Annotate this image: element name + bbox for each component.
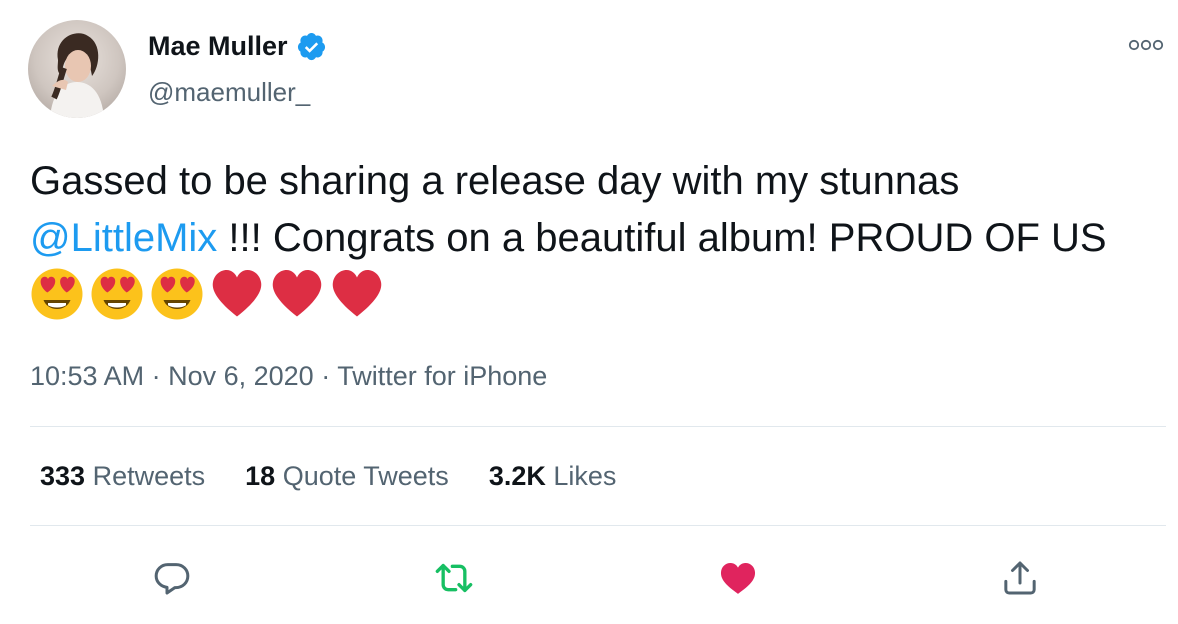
share-icon (1004, 561, 1036, 595)
quote-tweets-count: 18 (245, 461, 276, 491)
likes-label: Likes (553, 461, 617, 491)
like-button[interactable] (716, 556, 760, 600)
red-heart-emoji (330, 267, 384, 321)
author-handle[interactable]: @maemuller_ (148, 77, 310, 108)
retweet-button[interactable] (432, 556, 476, 600)
divider (30, 525, 1166, 526)
retweets-count: 333 (40, 461, 86, 491)
retweets-stat[interactable]: 333 Retweets (40, 461, 205, 492)
tweet-text-part2: !!! Congrats on a beautiful album! PROUD… (217, 216, 1107, 260)
quote-tweets-stat[interactable]: 18 Quote Tweets (245, 461, 449, 492)
like-icon (720, 563, 756, 594)
retweet-icon (435, 563, 473, 593)
divider (30, 426, 1166, 427)
avatar[interactable] (28, 20, 126, 118)
heart-eyes-emoji (30, 267, 84, 321)
author-name-row[interactable]: Mae Muller (148, 31, 327, 62)
mention-link[interactable]: @LittleMix (30, 216, 217, 260)
meta-separator: · (144, 361, 169, 391)
heart-eyes-emoji (150, 267, 204, 321)
tweet-source[interactable]: Twitter for iPhone (337, 361, 547, 391)
heart-eyes-emoji (90, 267, 144, 321)
tweet-text-part1: Gassed to be sharing a release day with … (30, 159, 960, 203)
tweet-time[interactable]: 10:53 AM (30, 361, 144, 391)
tweet-date[interactable]: Nov 6, 2020 (168, 361, 314, 391)
verified-badge-icon (297, 32, 325, 61)
reply-icon (154, 563, 190, 595)
author-name[interactable]: Mae Muller (148, 31, 288, 62)
share-button[interactable] (998, 556, 1042, 600)
likes-stat[interactable]: 3.2K Likes (489, 461, 617, 492)
red-heart-emoji (210, 267, 264, 321)
quote-tweets-label: Quote Tweets (282, 461, 449, 491)
tweet-meta: 10:53 AM · Nov 6, 2020 · Twitter for iPh… (30, 361, 547, 392)
retweets-label: Retweets (92, 461, 206, 491)
reply-button[interactable] (150, 556, 194, 600)
tweet-stats: 333 Retweets 18 Quote Tweets 3.2K Likes (40, 461, 656, 492)
red-heart-emoji (270, 267, 324, 321)
more-options-icon[interactable] (1128, 38, 1164, 52)
meta-separator: · (313, 361, 338, 391)
tweet-text: Gassed to be sharing a release day with … (30, 153, 1150, 325)
avatar-image (50, 33, 104, 118)
likes-count: 3.2K (488, 461, 546, 491)
